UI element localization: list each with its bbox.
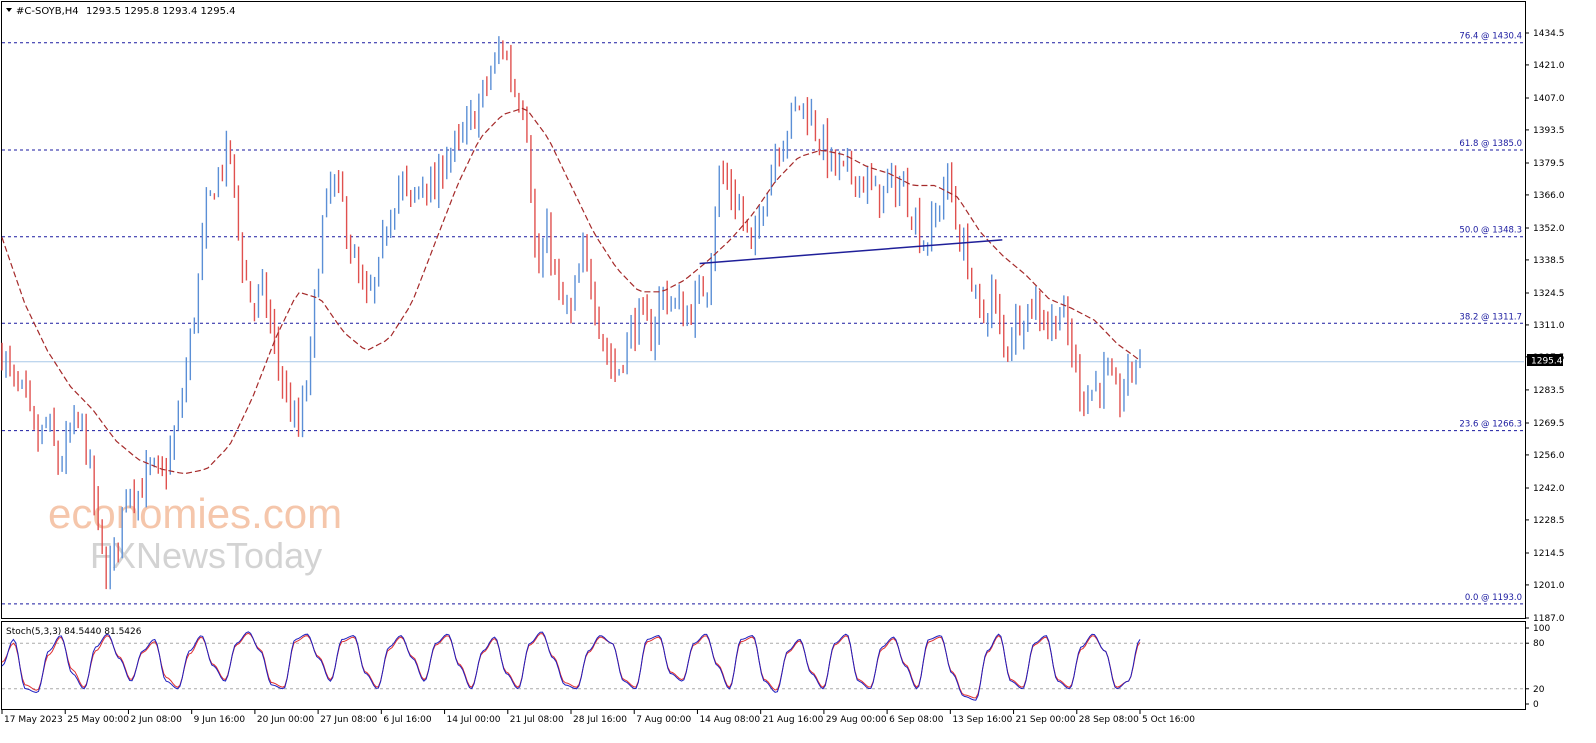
moving-average-line [1, 107, 1141, 475]
ohlc-header: 1293.5 1295.8 1293.4 1295.4 [86, 6, 236, 17]
y-tick-label: 1201.0 [1533, 581, 1565, 591]
stoch-main-line [1, 631, 1141, 701]
y-tick-label: 1421.0 [1533, 61, 1565, 71]
y-tick-label: 1379.5 [1533, 159, 1565, 169]
stoch-y-tick-label: 0 [1533, 700, 1539, 710]
fib-level-label: 23.6 @ 1266.3 [1459, 420, 1522, 430]
x-tick-label: 7 Aug 00:00 [636, 715, 691, 725]
y-tick-label: 1407.0 [1533, 94, 1565, 104]
current-price-label: 1295.4 [1531, 357, 1563, 367]
y-tick-label: 1311.0 [1533, 321, 1565, 331]
collapse-triangle-icon[interactable] [6, 8, 12, 12]
fib-level-label: 0.0 @ 1193.0 [1465, 593, 1522, 603]
y-tick-label: 1434.5 [1533, 29, 1565, 39]
x-tick-label: 20 Jun 00:00 [257, 715, 314, 725]
fib-level-label: 76.4 @ 1430.4 [1459, 32, 1522, 42]
y-tick-label: 1352.0 [1533, 224, 1565, 234]
x-tick-label: 27 Jun 08:00 [320, 715, 377, 725]
y-tick-label: 1228.5 [1533, 516, 1565, 526]
x-tick-label: 14 Jul 00:00 [447, 715, 501, 725]
stochastic-chart: 100 80 20 0 [1, 624, 1550, 710]
fib-level-label: 50.0 @ 1348.3 [1459, 226, 1522, 236]
y-tick-label: 1187.0 [1533, 614, 1565, 624]
x-tick-label: 17 May 2023 [4, 715, 63, 725]
x-tick-label: 21 Jul 08:00 [510, 715, 564, 725]
stoch-y-tick-label: 20 [1533, 685, 1545, 695]
price-chart: 1434.5 1421.0 1407.0 1393.5 1379.5 1366.0 1352… [1, 29, 1565, 725]
symbol-title: #C-SOYB,H4 [16, 6, 79, 17]
y-tick-label: 1393.5 [1533, 126, 1565, 136]
y-tick-label: 1242.0 [1533, 484, 1565, 494]
fib-level-label: 38.2 @ 1311.7 [1459, 312, 1522, 322]
y-tick-label: 1324.5 [1533, 289, 1565, 299]
watermark-line1: economies.com [48, 490, 342, 537]
x-tick-label: 28 Sep 08:00 [1079, 715, 1139, 725]
x-tick-label: 9 Jun 16:00 [194, 715, 246, 725]
chart-canvas: economies.com FXNewsToday 1434.51421.014… [1, 1, 1565, 725]
stoch-y-tick-label: 80 [1533, 639, 1545, 649]
trendline [699, 239, 1003, 265]
x-tick-label: 21 Sep 00:00 [1016, 715, 1076, 725]
y-tick-label: 1338.5 [1533, 256, 1565, 266]
x-tick-label: 6 Jul 16:00 [383, 715, 432, 725]
x-tick-label: 6 Sep 08:00 [889, 715, 944, 725]
y-tick-label: 1214.5 [1533, 549, 1565, 559]
x-tick-label: 2 Jun 08:00 [130, 715, 182, 725]
x-tick-label: 28 Jul 16:00 [573, 715, 627, 725]
y-tick-label: 1256.0 [1533, 451, 1565, 461]
y-tick-label: 1366.0 [1533, 191, 1565, 201]
x-tick-label: 13 Sep 16:00 [952, 715, 1012, 725]
x-tick-label: 25 May 00:00 [67, 715, 129, 725]
y-tick-label: 1283.5 [1533, 386, 1565, 396]
y-tick-label: 1269.5 [1533, 419, 1565, 429]
fib-level-label: 61.8 @ 1385.0 [1459, 139, 1522, 149]
x-tick-label: 14 Aug 08:00 [699, 715, 760, 725]
x-tick-label: 29 Aug 00:00 [826, 715, 887, 725]
stoch-y-tick-label: 100 [1533, 624, 1550, 634]
x-tick-label: 21 Aug 16:00 [763, 715, 824, 725]
watermark-line2: FXNewsToday [90, 535, 322, 576]
watermark: economies.com FXNewsToday [48, 490, 342, 576]
stoch-title: Stoch(5,3,3) 84.5440 81.5426 [6, 627, 142, 637]
x-tick-label: 5 Oct 16:00 [1142, 715, 1195, 725]
